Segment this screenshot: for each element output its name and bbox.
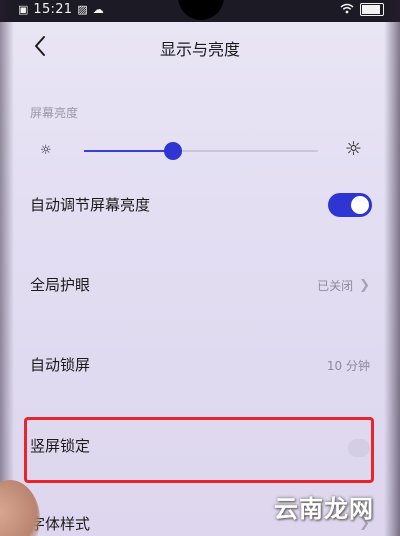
- brightness-section-label: 屏幕亮度: [30, 106, 79, 120]
- status-left: ▣ 15:21 ▨ ☁: [18, 2, 104, 17]
- settings-screen: ▣ 15:21 ▨ ☁ 显示与亮度 屏幕亮度 ☼ ☼ 自动调节屏幕亮度 全局护眼…: [0, 0, 400, 536]
- auto-lock-value: 10 分钟: [326, 359, 370, 373]
- eye-care-row[interactable]: 全局护眼 已关闭 ❯: [0, 266, 400, 306]
- left-edge-shadow: [0, 0, 14, 536]
- image-icon: ▨: [77, 3, 88, 16]
- toggle-knob: [351, 196, 369, 214]
- auto-brightness-label: 自动调节屏幕亮度: [30, 196, 151, 214]
- highlight-box: [24, 417, 374, 483]
- camera-notch: [178, 0, 224, 20]
- status-right: [340, 3, 384, 16]
- sim-icon: ▣: [18, 3, 29, 16]
- status-bar: ▣ 15:21 ▨ ☁: [0, 0, 400, 22]
- auto-brightness-toggle[interactable]: [328, 193, 372, 217]
- sun-small-icon: ☼: [40, 143, 52, 158]
- header: 显示与亮度: [0, 28, 400, 66]
- wifi-icon: [340, 3, 354, 16]
- eye-care-label: 全局护眼: [30, 276, 91, 294]
- watermark: 云南龙网: [274, 495, 374, 523]
- battery-icon: [360, 3, 384, 16]
- slider-thumb[interactable]: [163, 142, 182, 160]
- auto-lock-row[interactable]: 自动锁屏 10 分钟: [0, 346, 400, 386]
- status-time: 15:21: [33, 2, 73, 17]
- brightness-slider[interactable]: ☼ ☼: [30, 134, 370, 168]
- finger: [0, 480, 40, 536]
- page-title: 显示与亮度: [159, 40, 240, 59]
- auto-lock-label: 自动锁屏: [30, 356, 91, 374]
- right-edge-shadow: [384, 0, 400, 536]
- eye-care-status: 已关闭: [317, 279, 354, 293]
- cloud-icon: ☁: [92, 3, 104, 16]
- auto-brightness-row[interactable]: 自动调节屏幕亮度: [0, 186, 400, 226]
- sun-large-icon: ☼: [344, 138, 362, 160]
- slider-fill: [84, 150, 173, 152]
- slider-track[interactable]: [84, 142, 318, 160]
- eye-care-value: 已关闭 ❯: [317, 277, 370, 294]
- chevron-right-icon: ❯: [359, 278, 370, 293]
